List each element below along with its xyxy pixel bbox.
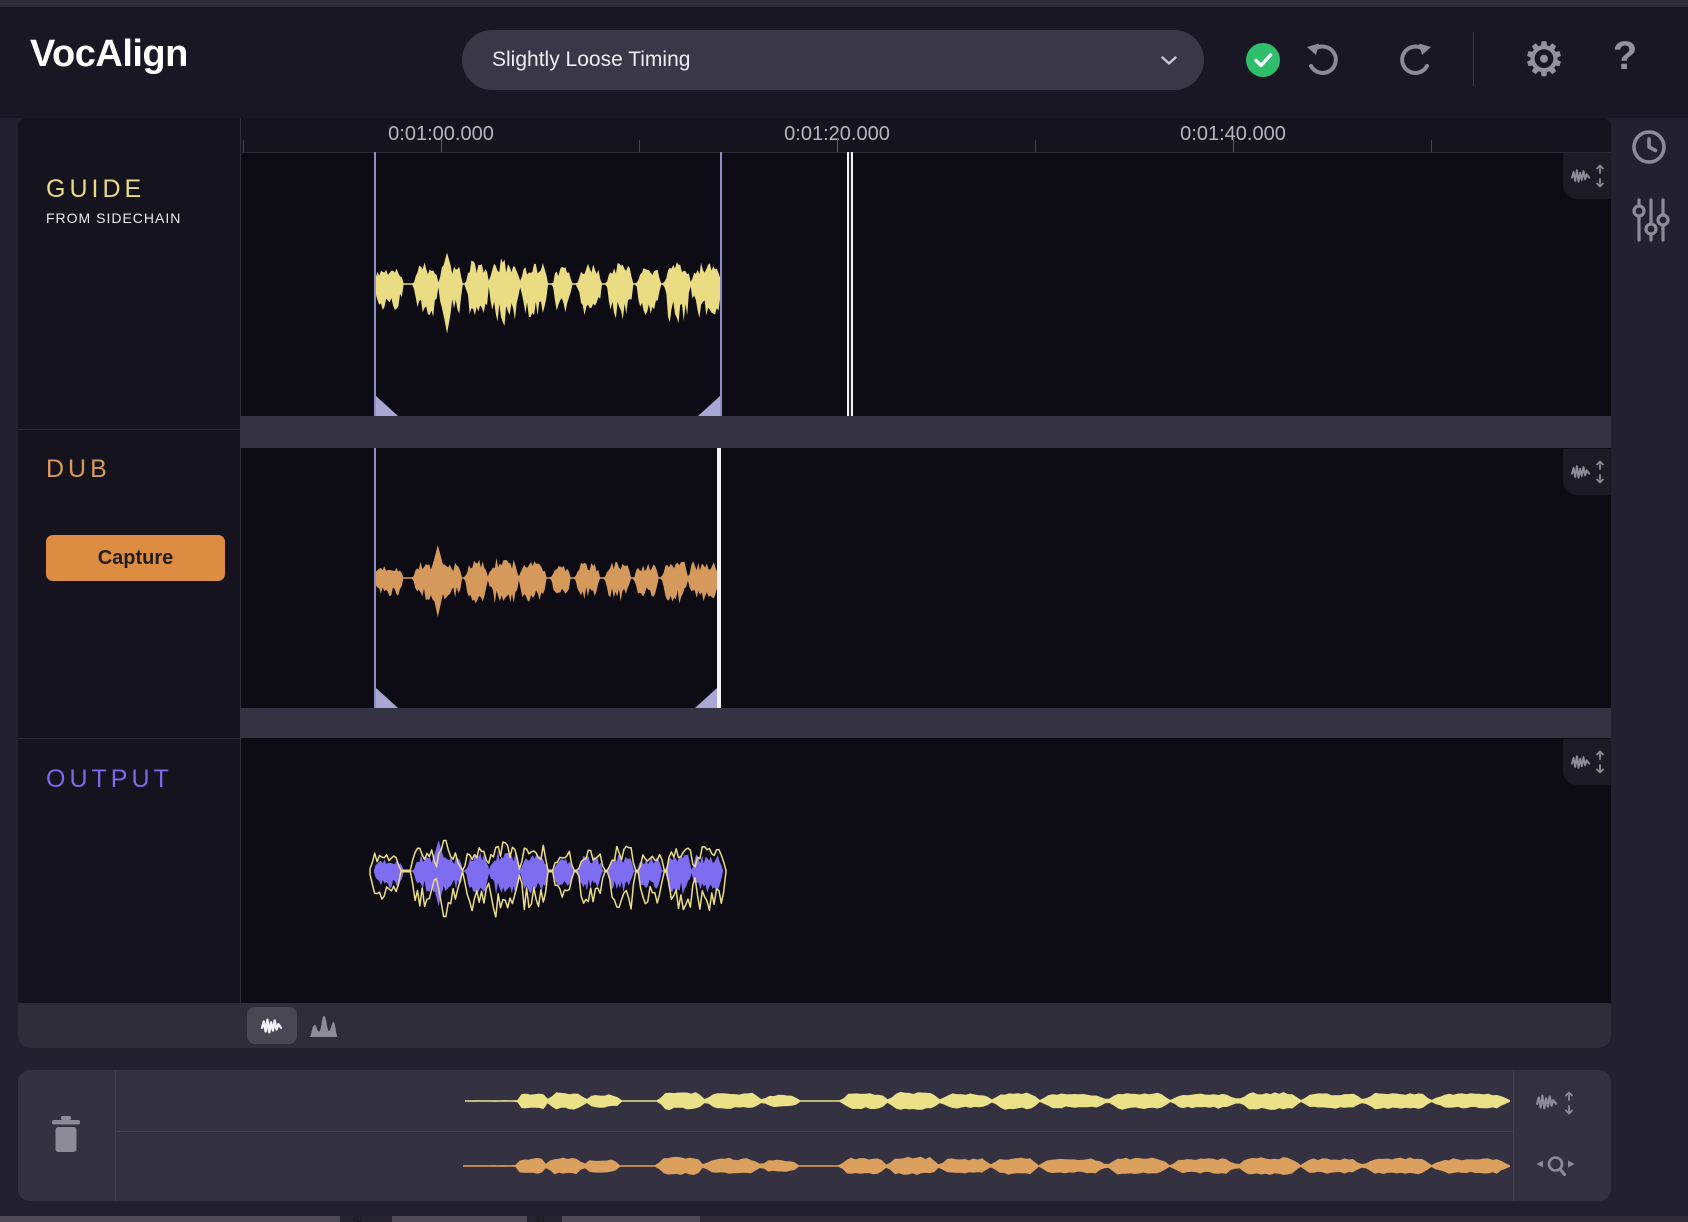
- dub-track-label: DUB: [46, 455, 111, 484]
- ruler-tick: [243, 140, 244, 152]
- waveform-view-icon: [260, 1016, 284, 1036]
- view-toggle-strip: [18, 1003, 1611, 1048]
- spectrum-view-toggle[interactable]: [307, 1012, 341, 1038]
- bottom-edge-segment: [527, 1216, 562, 1222]
- header-bar: VocAlign Slightly Loose Timing ⚙ ?: [0, 0, 1688, 118]
- help-icon[interactable]: ?: [1601, 34, 1649, 79]
- dub-track-lane: [240, 448, 1611, 708]
- dub-waveform-svg[interactable]: [240, 448, 1611, 708]
- waveform-zoom-icon: [1535, 1092, 1559, 1112]
- label-cell-divider: [18, 738, 240, 739]
- undo-icon[interactable]: [1304, 41, 1342, 79]
- output-track-lane: [240, 738, 1611, 1003]
- overview-dub-svg[interactable]: [116, 1132, 1513, 1201]
- guide-track-sublabel: FROM SIDECHAIN: [46, 210, 181, 226]
- guide-waveform-svg[interactable]: [240, 152, 1611, 416]
- guide-track-height-tab[interactable]: [1563, 153, 1611, 199]
- playhead[interactable]: [847, 152, 853, 416]
- app-title: VocAlign: [30, 33, 188, 76]
- label-cell-divider: [18, 429, 240, 430]
- tracks-panel: 0:01:00.000 0:01:20.000 0:01:40.000 GUID…: [18, 118, 1611, 1048]
- preset-value: Slightly Loose Timing: [492, 30, 690, 90]
- guide-track-label: GUIDE: [46, 175, 145, 204]
- vocalign-window: VocAlign Slightly Loose Timing ⚙ ?: [0, 0, 1688, 1222]
- overview-guide-svg[interactable]: [116, 1070, 1513, 1131]
- track-label-column: GUIDE FROM SIDECHAIN DUB Capture OUTPUT: [18, 152, 240, 1003]
- capture-button[interactable]: Capture: [46, 535, 225, 581]
- track-separator-strip: [240, 708, 1611, 738]
- settings-sliders-icon[interactable]: [1632, 198, 1670, 242]
- waveform-view-toggle[interactable]: [247, 1007, 297, 1044]
- window-top-strip: [0, 0, 1688, 7]
- selection-start-line[interactable]: [374, 448, 376, 708]
- selection-start-line[interactable]: [374, 152, 376, 416]
- window-bottom-edge: 40 40: [0, 1216, 1688, 1222]
- waveform-zoom-icon: [1570, 753, 1592, 771]
- bottom-edge-segment: [340, 1216, 392, 1222]
- preset-dropdown[interactable]: Slightly Loose Timing: [462, 30, 1204, 90]
- ruler-tick: [1035, 140, 1036, 152]
- updown-arrows-icon: [1594, 459, 1606, 485]
- time-clock-icon[interactable]: [1630, 128, 1668, 166]
- waveform-zoom-icon: [1570, 463, 1592, 481]
- waveform-zoom-icon: [1570, 167, 1592, 185]
- overview-divider: [1513, 1070, 1514, 1201]
- updown-arrows-icon: [1594, 749, 1606, 775]
- updown-arrows-icon: [1594, 163, 1606, 189]
- bottom-edge-label: 40: [535, 1216, 544, 1222]
- bottom-edge-label: 40: [352, 1216, 361, 1222]
- ruler-tick: [441, 139, 442, 152]
- ruler-tick: [1233, 139, 1234, 152]
- confirm-checkmark-icon[interactable]: [1246, 43, 1280, 77]
- settings-gear-icon[interactable]: ⚙: [1520, 32, 1568, 86]
- output-track-label: OUTPUT: [46, 765, 173, 794]
- capture-end-marker[interactable]: [717, 448, 721, 708]
- chevron-down-icon: [1160, 55, 1178, 66]
- timeline-ruler[interactable]: 0:01:00.000 0:01:20.000 0:01:40.000: [18, 118, 1611, 152]
- track-separator-strip: [240, 416, 1611, 448]
- output-track-height-tab[interactable]: [1563, 739, 1611, 785]
- overview-panel: [18, 1070, 1611, 1201]
- redo-icon[interactable]: [1396, 41, 1434, 79]
- output-waveform-svg[interactable]: [240, 738, 1611, 1003]
- ruler-tick: [1431, 140, 1432, 152]
- horizontal-zoom-icon[interactable]: [1533, 1154, 1579, 1180]
- guide-track-lane: [240, 152, 1611, 416]
- updown-arrows-icon: [1563, 1090, 1575, 1116]
- header-divider: [1473, 32, 1474, 86]
- dub-track-height-tab[interactable]: [1563, 449, 1611, 495]
- ruler-tick: [837, 139, 838, 152]
- ruler-tick: [639, 140, 640, 152]
- trash-icon[interactable]: [51, 1115, 81, 1153]
- bottom-edge-segment: [700, 1216, 1688, 1222]
- selection-end-line[interactable]: [720, 152, 722, 416]
- overview-height-button[interactable]: [1531, 1088, 1587, 1118]
